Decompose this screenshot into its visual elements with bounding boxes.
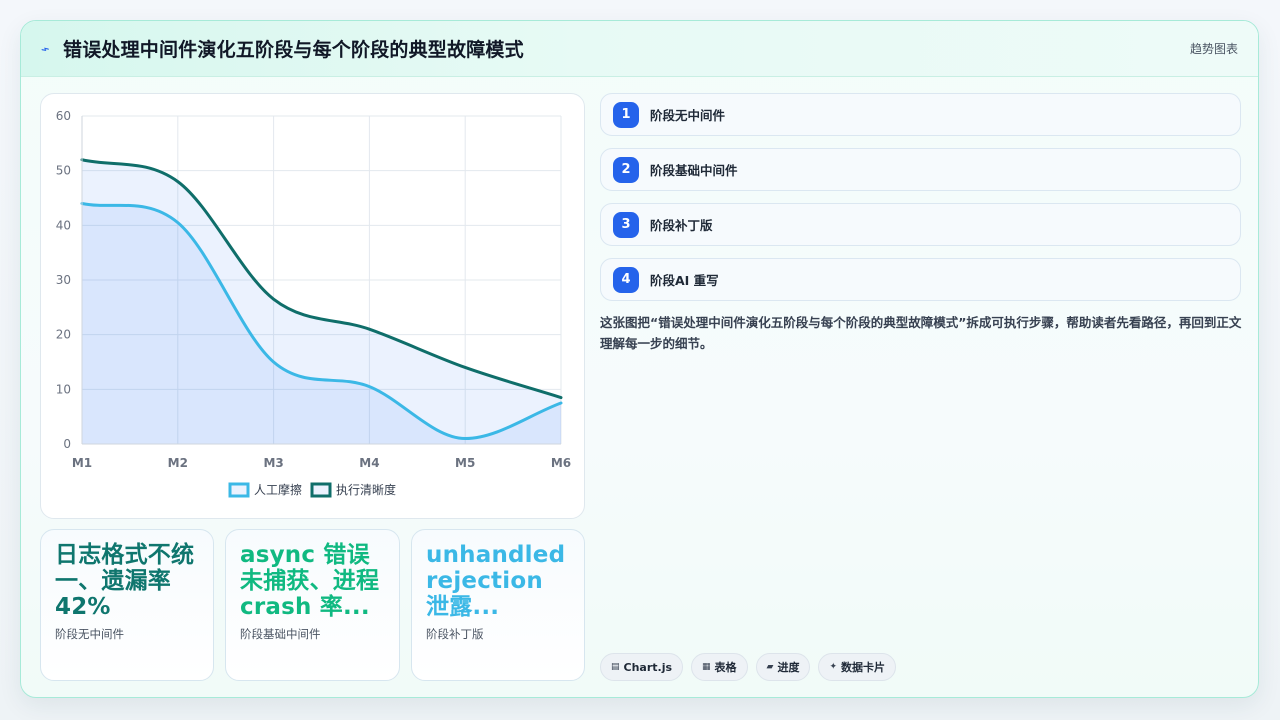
step-item[interactable]: 2 阶段基础中间件 xyxy=(600,148,1241,191)
chart-icon: ▤ xyxy=(611,662,620,672)
legend-label: 执行清晰度 xyxy=(336,482,396,497)
step-number-badge: 1 xyxy=(613,101,639,128)
x-tick-label: M6 xyxy=(551,456,571,470)
step-label: 阶段基础中间件 xyxy=(650,163,738,178)
lightning-icon: ⌁ xyxy=(38,40,53,59)
y-tick-label: 30 xyxy=(56,273,71,287)
tag-progress[interactable]: ▰ 进度 xyxy=(755,653,811,681)
x-tick-label: M3 xyxy=(263,456,283,470)
tag-label: 进度 xyxy=(777,661,800,674)
tag-data-card[interactable]: ✦ 数据卡片 xyxy=(818,653,897,681)
y-tick-label: 50 xyxy=(56,164,71,178)
x-tick-label: M5 xyxy=(455,456,475,470)
stat-card: async 错误未捕获、进程 crash 率... 阶段基础中间件 xyxy=(225,529,400,681)
step-item[interactable]: 4 阶段AI 重写 xyxy=(600,258,1241,301)
step-number-badge: 4 xyxy=(613,266,639,293)
y-tick-label: 10 xyxy=(56,382,71,396)
x-tick-label: M4 xyxy=(359,456,379,470)
progress-icon: ▰ xyxy=(766,662,774,672)
legend-swatch xyxy=(310,482,332,498)
table-icon: ▦ xyxy=(702,662,711,672)
stat-label: 阶段补丁版 xyxy=(426,627,484,641)
step-item[interactable]: 3 阶段补丁版 xyxy=(600,203,1241,246)
y-tick-label: 40 xyxy=(56,218,71,232)
main-card: ⌁ 错误处理中间件演化五阶段与每个阶段的典型故障模式 趋势图表 0 10 20 30 4… xyxy=(20,20,1259,698)
steps-list: 1 阶段无中间件 2 阶段基础中间件 3 阶段补丁版 4 阶段AI 重写 xyxy=(600,93,1241,313)
stat-label: 阶段基础中间件 xyxy=(240,627,321,641)
chart-description: 这张图把“错误处理中间件演化五阶段与每个阶段的典型故障模式”拆成可执行步骤，帮助… xyxy=(600,315,1242,351)
y-tick-label: 20 xyxy=(56,328,71,342)
stat-card: unhandled rejection 泄露... 阶段补丁版 xyxy=(411,529,585,681)
stat-card: 日志格式不统一、遗漏率 42% 阶段无中间件 xyxy=(40,529,214,681)
stat-value: unhandled rejection 泄露... xyxy=(426,542,566,620)
title-wrap: ⌁ 错误处理中间件演化五阶段与每个阶段的典型故障模式 xyxy=(38,35,524,62)
y-tick-label: 0 xyxy=(63,437,71,451)
stat-value: async 错误未捕获、进程 crash 率... xyxy=(240,542,380,620)
trend-chart-label: 趋势图表 xyxy=(1189,42,1238,56)
step-number-badge: 2 xyxy=(613,156,639,183)
sparkle-icon: ✦ xyxy=(829,662,838,672)
step-label: 阶段补丁版 xyxy=(650,218,713,233)
card-header: ⌁ 错误处理中间件演化五阶段与每个阶段的典型故障模式 趋势图表 xyxy=(21,21,1258,77)
tag-label: 数据卡片 xyxy=(841,661,886,674)
step-item[interactable]: 1 阶段无中间件 xyxy=(600,93,1241,136)
area-chart: 0 10 20 30 40 50 60 M1 M2 M3 M4 M5 M6 人工摩擦 执行清晰度 xyxy=(56,109,571,498)
tag-label: 表格 xyxy=(714,661,737,674)
tag-label: Chart.js xyxy=(623,660,673,674)
legend-label: 人工摩擦 xyxy=(254,482,302,497)
step-label: 阶段无中间件 xyxy=(650,108,726,123)
page-title: 错误处理中间件演化五阶段与每个阶段的典型故障模式 xyxy=(63,39,524,61)
y-tick-label: 60 xyxy=(56,109,71,123)
step-number-badge: 3 xyxy=(613,211,639,238)
tag-chartjs[interactable]: ▤ Chart.js xyxy=(600,653,684,681)
tag-table[interactable]: ▦ 表格 xyxy=(691,653,748,681)
chart-panel: 0 10 20 30 40 50 60 M1 M2 M3 M4 M5 M6 人工摩擦 执行清晰度 xyxy=(40,93,585,519)
legend-swatch xyxy=(228,482,250,498)
stat-label: 阶段无中间件 xyxy=(55,627,124,641)
stat-value: 日志格式不统一、遗漏率 42% xyxy=(55,542,195,620)
x-tick-label: M2 xyxy=(168,456,188,470)
step-label: 阶段AI 重写 xyxy=(650,273,719,288)
tag-list: ▤ Chart.js ▦ 表格 ▰ 进度 ✦ 数据卡片 xyxy=(600,653,897,681)
x-tick-label: M1 xyxy=(72,456,92,470)
